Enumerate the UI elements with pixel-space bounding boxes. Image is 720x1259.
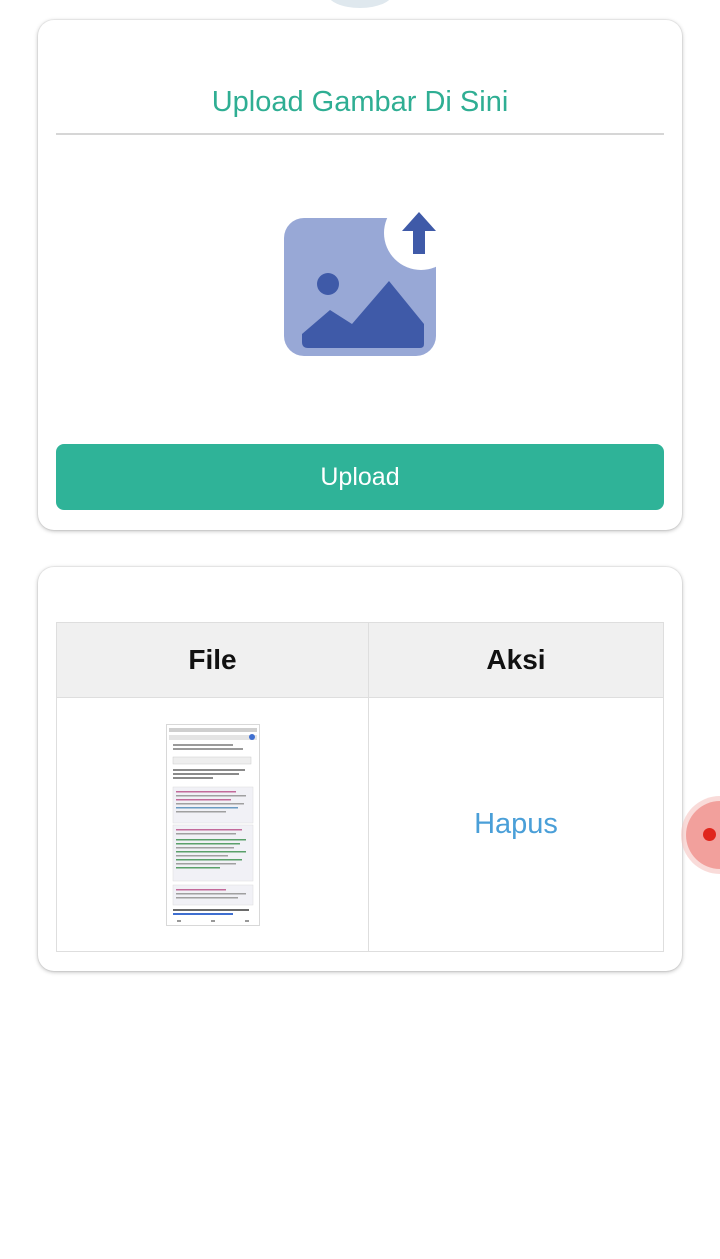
- delete-link[interactable]: Hapus: [474, 808, 558, 840]
- image-upload-icon[interactable]: [282, 196, 458, 360]
- column-header-file: File: [56, 622, 369, 698]
- file-cell: [56, 697, 369, 952]
- upload-title: Upload Gambar Di Sini: [211, 86, 509, 118]
- file-list-card: File Aksi Hapus: [38, 567, 682, 971]
- column-header-action: Aksi: [368, 622, 664, 698]
- record-dot: [703, 828, 716, 841]
- floating-bubble-top: [327, 0, 393, 8]
- file-table: File Aksi Hapus: [56, 622, 664, 952]
- divider: [56, 133, 664, 135]
- action-cell: Hapus: [368, 697, 664, 952]
- record-icon[interactable]: [686, 801, 720, 869]
- upload-card: Upload Gambar Di Sini Upload: [38, 20, 682, 530]
- table-header-row: File Aksi: [56, 622, 664, 698]
- file-thumbnail[interactable]: [165, 723, 260, 926]
- screenshot-thumbnail-icon: [166, 724, 259, 925]
- upload-button[interactable]: Upload: [56, 444, 664, 510]
- table-row: Hapus: [56, 697, 664, 952]
